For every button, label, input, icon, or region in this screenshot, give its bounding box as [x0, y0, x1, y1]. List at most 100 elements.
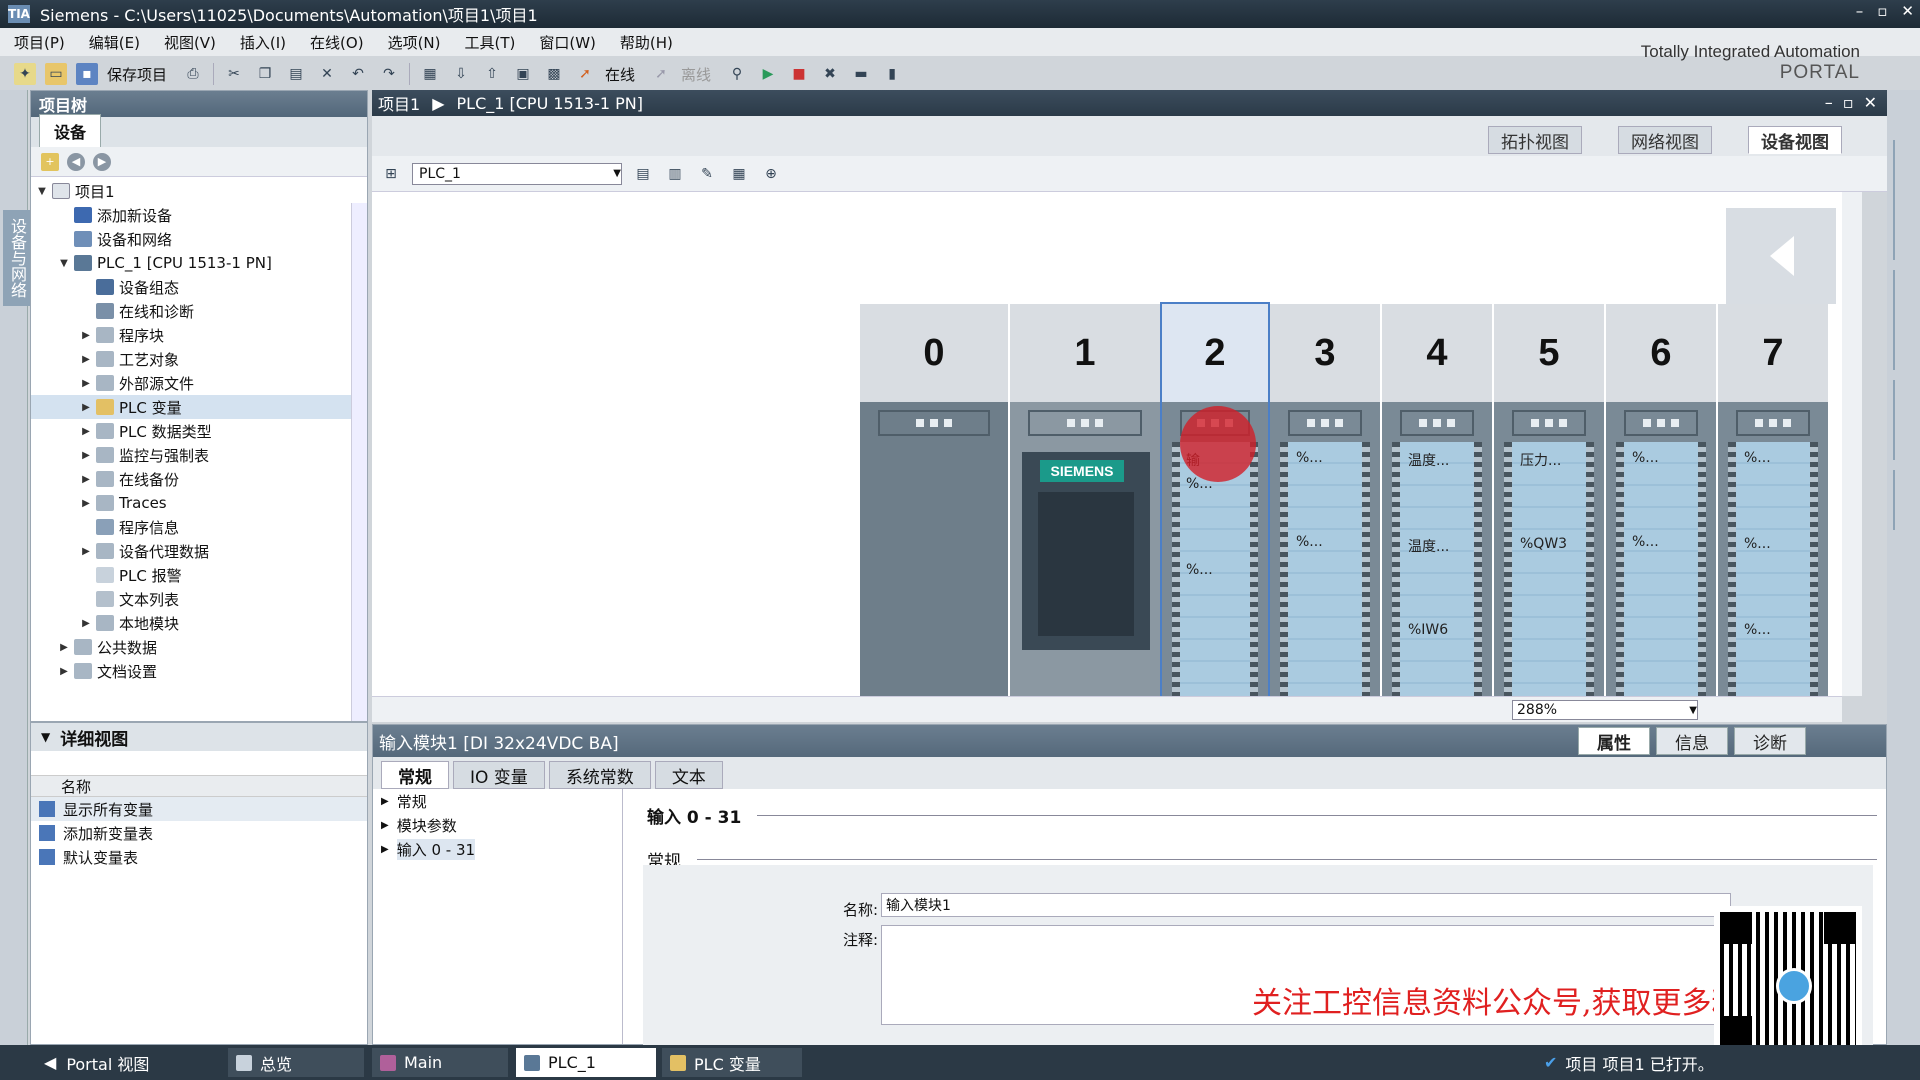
list-item[interactable]: 默认变量表 — [31, 845, 367, 869]
compile-icon[interactable]: ▦ — [419, 63, 441, 85]
breadcrumb-device[interactable]: PLC_1 [CPU 1513-1 PN] — [457, 94, 643, 113]
tree-item-online-diag[interactable]: 在线和诊断 — [31, 299, 367, 323]
tab-io-tags[interactable]: IO 变量 — [453, 761, 545, 789]
name-field[interactable]: 输入模块1 — [881, 893, 1731, 917]
task-card-libraries[interactable] — [1893, 470, 1895, 530]
devices-networks-side-tab[interactable]: 设备与网络 — [3, 210, 31, 306]
aq-module[interactable]: 压力... %QW3 — [1494, 402, 1604, 696]
dq-module[interactable]: %... %... — [1606, 402, 1716, 696]
menu-options[interactable]: 选项(N) — [388, 32, 441, 53]
tree-item-plc-alarms[interactable]: PLC 报警 — [31, 563, 367, 587]
slot-1[interactable]: 1 SIEMENS — [1010, 304, 1160, 696]
menu-online[interactable]: 在线(O) — [310, 32, 364, 53]
tree-item-devices-networks[interactable]: 设备和网络 — [31, 227, 367, 251]
upload-icon[interactable]: ⇧ — [481, 63, 503, 85]
accessible-devices-icon[interactable]: ⚲ — [726, 63, 748, 85]
split-horizontal-icon[interactable]: ▬ — [850, 63, 872, 85]
tree-item-program-blocks[interactable]: ▶ 程序块 — [31, 323, 367, 347]
menu-window[interactable]: 窗口(W) — [539, 32, 596, 53]
show-overview-icon[interactable]: ▤ — [632, 163, 654, 185]
go-online-button[interactable]: 在线 — [605, 64, 635, 85]
tree-item-plc-datatypes[interactable]: ▶ PLC 数据类型 — [31, 419, 367, 443]
tree-item-traces[interactable]: ▶ Traces — [31, 491, 367, 515]
menu-help[interactable]: 帮助(H) — [620, 32, 673, 53]
rack-navigate-button[interactable] — [1726, 208, 1836, 304]
tab-info[interactable]: 信息 — [1656, 727, 1728, 755]
zoom-select[interactable]: 288% ▼ — [1512, 700, 1698, 720]
tree-item-watch-tables[interactable]: ▶ 监控与强制表 — [31, 443, 367, 467]
task-plc-tags[interactable]: PLC 变量 — [662, 1048, 802, 1077]
tree-item-project1[interactable]: ▼ 项目1 — [31, 179, 367, 203]
edit-mode-icon[interactable]: ✎ — [696, 163, 718, 185]
task-main[interactable]: Main — [372, 1048, 508, 1077]
tree-item-device-proxy[interactable]: ▶ 设备代理数据 — [31, 539, 367, 563]
copy-icon[interactable]: ❐ — [254, 63, 276, 85]
slot-7[interactable]: 7 %... %... %... — [1718, 304, 1828, 696]
close-button[interactable]: ✕ — [1901, 2, 1914, 20]
download-icon[interactable]: ⇩ — [450, 63, 472, 85]
canvas-vertical-scrollbar[interactable] — [1842, 192, 1862, 696]
portal-view-button[interactable]: ◀ Portal 视图 — [36, 1048, 226, 1077]
device-view-icon[interactable]: ⊞ — [380, 163, 402, 185]
nav-item-module-params[interactable]: ▶ 模块参数 — [373, 813, 622, 837]
editor-close-button[interactable]: ✕ — [1864, 93, 1877, 112]
start-cpu-icon[interactable]: ▶ — [757, 63, 779, 85]
minimize-button[interactable]: – — [1856, 2, 1864, 20]
detail-view-header[interactable]: ▼ 详细视图 — [31, 723, 367, 751]
tree-item-local-modules[interactable]: ▶ 本地模块 — [31, 611, 367, 635]
tab-system-constants[interactable]: 系统常数 — [548, 761, 651, 789]
tab-properties[interactable]: 属性 — [1578, 727, 1650, 755]
redo-icon[interactable]: ↷ — [378, 63, 400, 85]
menu-tools[interactable]: 工具(T) — [465, 32, 516, 53]
slot-5[interactable]: 5 压力... %QW3 — [1494, 304, 1604, 696]
new-project-icon[interactable]: ✦ — [14, 63, 36, 85]
menu-view[interactable]: 视图(V) — [164, 32, 216, 53]
tree-item-external-sources[interactable]: ▶ 外部源文件 — [31, 371, 367, 395]
nav-item-general[interactable]: ▶ 常规 — [373, 789, 622, 813]
device-icon[interactable]: ▣ — [512, 63, 534, 85]
forward-icon[interactable]: ▶ — [93, 152, 111, 171]
editor-restore-button[interactable]: ▫ — [1843, 93, 1854, 112]
tree-item-doc-settings[interactable]: ▶ 文档设置 — [31, 659, 367, 683]
task-plc1[interactable]: PLC_1 — [516, 1048, 656, 1077]
menu-insert[interactable]: 插入(I) — [240, 32, 286, 53]
tab-diagnostics[interactable]: 诊断 — [1734, 727, 1806, 755]
split-vertical-icon[interactable]: ▮ — [881, 63, 903, 85]
io-module[interactable]: %... %... — [1270, 402, 1380, 696]
breadcrumb-project[interactable]: 项目1 — [378, 91, 420, 115]
slot-0[interactable]: 0 — [860, 304, 1008, 696]
slot-4[interactable]: 4 温度... 温度... %IW6 — [1382, 304, 1492, 696]
tab-network-view[interactable]: 网络视图 — [1618, 126, 1712, 154]
tab-topology-view[interactable]: 拓扑视图 — [1488, 126, 1582, 154]
menu-edit[interactable]: 编辑(E) — [89, 32, 140, 53]
go-offline-button[interactable]: 离线 — [681, 64, 711, 85]
tree-item-device-config[interactable]: 设备组态 — [31, 275, 367, 299]
task-card-hardware-catalog[interactable] — [1893, 140, 1895, 260]
canvas-horizontal-scrollbar[interactable]: 288% ▼ — [372, 696, 1842, 722]
tree-item-online-backup[interactable]: ▶ 在线备份 — [31, 467, 367, 491]
cpu-module[interactable]: SIEMENS — [1010, 402, 1160, 696]
stop-cpu-icon[interactable]: ■ — [788, 63, 810, 85]
back-icon[interactable]: ◀ — [67, 152, 85, 171]
open-project-icon[interactable]: ▭ — [45, 63, 67, 85]
simulation-icon[interactable]: ▩ — [543, 63, 565, 85]
tab-devices[interactable]: 设备 — [39, 114, 102, 147]
power-module[interactable] — [860, 402, 1008, 696]
cut-icon[interactable]: ✂ — [223, 63, 245, 85]
task-overview[interactable]: 总览 — [228, 1048, 364, 1077]
tab-texts[interactable]: 文本 — [654, 761, 723, 789]
tree-item-plc-tags[interactable]: ▶ PLC 变量 — [31, 395, 367, 419]
editor-minimize-button[interactable]: – — [1825, 93, 1833, 112]
list-item[interactable]: 显示所有变量 — [31, 797, 367, 821]
paste-icon[interactable]: ▤ — [285, 63, 307, 85]
undo-icon[interactable]: ↶ — [347, 63, 369, 85]
device-canvas[interactable]: 0 1 SIEMENS 2 输 %... %... 3 — [372, 192, 1842, 696]
menu-project[interactable]: 项目(P) — [14, 32, 65, 53]
zoom-icon[interactable]: ⊕ — [760, 163, 782, 185]
task-card-tasks[interactable] — [1893, 380, 1895, 460]
tree-item-plc1[interactable]: ▼ PLC_1 [CPU 1513-1 PN] — [31, 251, 367, 275]
restore-button[interactable]: ▫ — [1877, 2, 1887, 20]
tree-item-text-lists[interactable]: 文本列表 — [31, 587, 367, 611]
module-labels-icon[interactable]: ▥ — [664, 163, 686, 185]
new-folder-icon[interactable]: + — [41, 152, 59, 171]
